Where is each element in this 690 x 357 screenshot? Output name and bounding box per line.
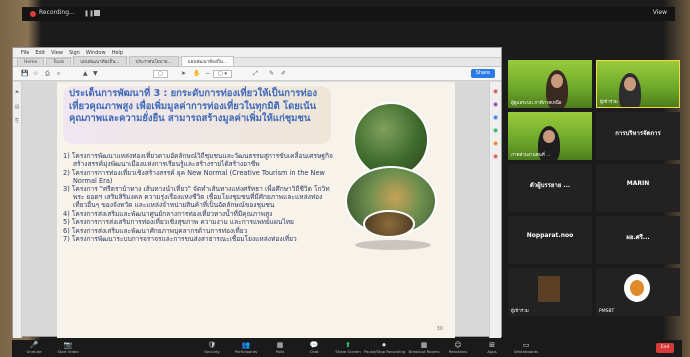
video-icon: 📷 [63, 341, 73, 349]
comment-icon[interactable]: ✎ [269, 70, 274, 77]
tool-icon[interactable]: ◉ [490, 88, 501, 95]
participant-tile-active-speaker[interactable]: ผู้เข้าร่วม [596, 60, 680, 108]
tab-document-3[interactable]: แผนพัฒนาท้องถิ่น... [180, 56, 235, 66]
view-button[interactable]: View [653, 9, 667, 16]
end-meeting-button[interactable]: End [656, 343, 674, 353]
stop-recording-icon[interactable] [94, 10, 100, 16]
list-item: 6) โครงการส่งเสริมและพัฒนาศักยภาพบุคลากร… [63, 226, 248, 235]
tab-document-2[interactable]: ประกาศนโยบาย... [128, 56, 179, 66]
zoom-control-bar: 🎤 Unmute 📷 Start Video 🛡 Security 👥 Particip… [12, 340, 682, 357]
hand-icon[interactable]: ✋ [193, 70, 200, 77]
list-item: 3) โครงการ "ศรีตราบ้าทาง เส้นทางนำเที่ยว… [63, 185, 330, 209]
search-icon[interactable]: ⌕ [57, 70, 60, 78]
attachment-icon[interactable]: ⎘ [13, 118, 21, 124]
tab-document-1[interactable]: แผนพัฒนาท้องถิ่น... [73, 56, 127, 66]
list-item: 1) โครงการพัฒนาแหล่งท่องเที่ยวตามอัตลักษ… [63, 152, 333, 168]
star-icon[interactable]: ☆ [33, 70, 38, 77]
page-number: 30 [436, 326, 443, 332]
project-list: 1) โครงการพัฒนาแหล่งท่องเที่ยวตามอัตลักษ… [63, 152, 335, 244]
list-item: 5) โครงการการส่งเสริมการท่องเที่ยวเชิงสุ… [63, 218, 294, 226]
pdf-toolbar: 💾 ☆ ⎙ ⌕ ▲ ▼ ▢ ➤ ✋ − ▢ ▾ ⤢ ✎ ✐ Share [13, 67, 501, 81]
recording-dot-icon [30, 11, 36, 17]
menu-file[interactable]: File [21, 50, 29, 56]
whiteboard-icon: ▭ [522, 341, 530, 349]
record-icon: ⏺ [382, 341, 386, 349]
fit-icon[interactable]: ⤢ [253, 70, 258, 78]
share-screen-button[interactable]: ⬆ Share Screen [328, 341, 368, 354]
print-icon[interactable]: ⎙ [45, 70, 50, 78]
tool-icon[interactable]: ◉ [490, 114, 501, 121]
menu-edit[interactable]: Edit [35, 50, 45, 56]
page-indicator[interactable]: ▢ [153, 70, 168, 78]
list-item: 4) โครงการส่งเสริมและพัฒนาศูนย์กลางการท่… [63, 209, 273, 218]
participant-tile[interactable]: ภาคส่วนงานคนที่ ... [508, 112, 592, 160]
zoom-dropdown[interactable]: ▢ ▾ [213, 70, 232, 78]
menu-help[interactable]: Help [112, 50, 123, 56]
recording-button[interactable]: ⏺ Pause/Stop Recording [364, 341, 405, 354]
down-icon[interactable]: ▼ [93, 70, 98, 77]
menu-window[interactable]: Window [86, 50, 106, 56]
tool-icon[interactable]: ◉ [490, 101, 501, 108]
tab-home[interactable]: Home [17, 58, 45, 66]
pdf-tabbar: Home Tools แผนพัฒนาท้องถิ่น... ประกาศนโย… [13, 56, 501, 67]
participant-tile[interactable]: PMSBT [596, 268, 680, 316]
list-item: 2) โครงการการท่องเที่ยวเชิงสร้างสรรค์ ยุ… [63, 168, 325, 185]
participant-tile[interactable]: MARIN [596, 164, 680, 212]
pause-recording-icon[interactable]: ❚❚ [84, 10, 94, 17]
tool-icon[interactable]: ◉ [490, 153, 501, 160]
tab-tools[interactable]: Tools [46, 58, 72, 66]
shared-screen: File Edit View Sign Window Help Home Too… [12, 47, 502, 338]
tool-icon[interactable]: ◉ [490, 140, 501, 147]
tool-icon[interactable]: ◉ [490, 127, 501, 134]
participant-tile[interactable]: Nopparat.noo [508, 216, 592, 264]
share-screen-icon: ⬆ [345, 341, 351, 349]
save-icon[interactable]: 💾 [21, 70, 28, 77]
list-item: 7) โครงการพัฒนาระบบการจราจรและการขนส่งสา… [63, 235, 297, 243]
slide-title: ประเด็นการพัฒนาที่ 3 : ยกระดับการท่องเที… [63, 86, 331, 144]
participant-tile[interactable]: ผู้เข้าร่วม [508, 268, 592, 316]
pages-icon[interactable]: ▤ [13, 104, 21, 110]
recording-label: Recording... [39, 9, 75, 16]
highlight-icon[interactable]: ✐ [281, 70, 286, 77]
pdf-page: ประเด็นการพัฒนาที่ 3 : ยกระดับการท่องเที… [57, 82, 455, 338]
tourism-photo-collage [345, 102, 441, 252]
participant-tile[interactable]: ผู้ดูแลระบบ ภาคีภาคเหนือ [508, 60, 592, 108]
zoom-top-bar: Recording... ❚❚ View [22, 7, 675, 21]
menu-view[interactable]: View [51, 50, 63, 56]
participant-tile[interactable]: ตัวผู้บรรยาย ... [508, 164, 592, 212]
zoom-out-icon[interactable]: − [205, 70, 210, 77]
participant-tile[interactable]: การบริหารจัดการ [596, 112, 680, 160]
participant-tile[interactable]: ผอ.ศรี... [596, 216, 680, 264]
pdf-left-rail: ⚑ ▤ ⎘ [13, 82, 22, 338]
start-video-button[interactable]: 📷 Start Video [48, 341, 88, 354]
menu-sign[interactable]: Sign [69, 50, 80, 56]
share-button[interactable]: Share [470, 69, 495, 78]
pdf-right-rail: ◉ ◉ ◉ ◉ ◉ ◉ [489, 82, 501, 338]
whiteboards-button[interactable]: ▭ Whiteboards [506, 341, 546, 354]
cursor-icon[interactable]: ➤ [181, 70, 186, 77]
bookmark-icon[interactable]: ⚑ [13, 90, 21, 96]
up-icon[interactable]: ▲ [83, 70, 88, 77]
